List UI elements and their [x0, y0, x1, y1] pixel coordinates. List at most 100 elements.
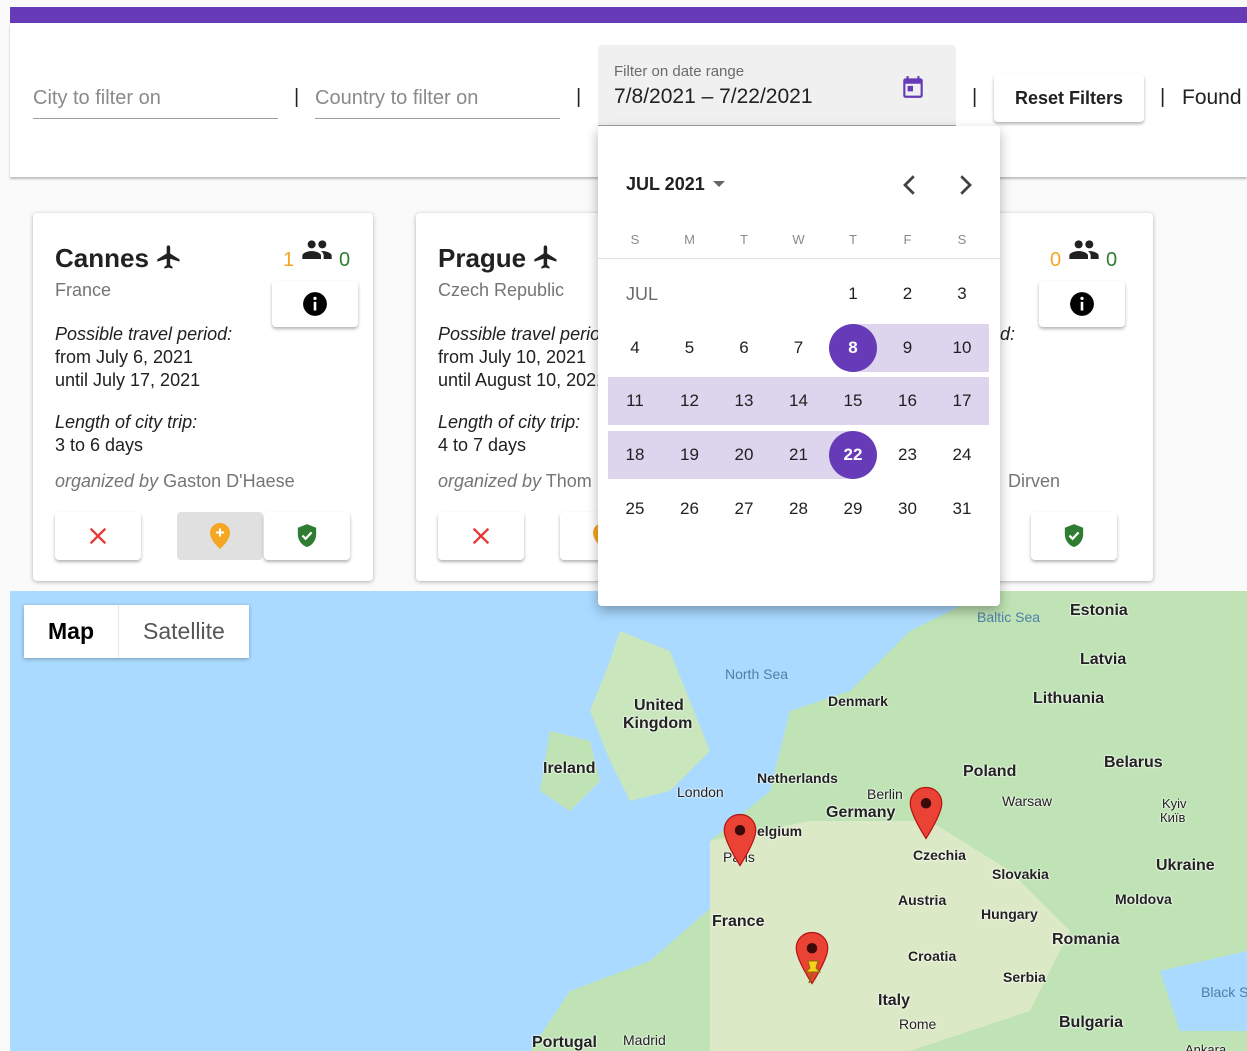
weekday-label: W	[792, 232, 805, 247]
map-label: Germany	[826, 804, 896, 821]
calendar-day[interactable]: 18	[608, 431, 662, 479]
map-label: Kyiv	[1162, 796, 1187, 811]
calendar-day[interactable]: 4	[608, 324, 662, 372]
organizer-name: Gaston D'Haese	[163, 471, 295, 491]
period-selector[interactable]: JUL 2021	[626, 174, 725, 195]
calendar-day[interactable]: 5	[663, 324, 717, 372]
decline-button[interactable]	[438, 512, 524, 560]
calendar-day[interactable]: 17	[935, 377, 989, 425]
trip-card-cannes: Cannes 1 0 France Possible travel period…	[33, 213, 373, 581]
separator: |	[972, 86, 978, 108]
pushpin-icon	[804, 960, 822, 984]
calendar-day[interactable]: 20	[717, 431, 771, 479]
map-label: Italy	[878, 992, 911, 1009]
map-label: Serbia	[1003, 969, 1046, 985]
calendar-day[interactable]: 8	[826, 324, 880, 372]
calendar-day[interactable]: 7	[772, 324, 826, 372]
calendar-day[interactable]: 9	[881, 324, 935, 372]
accept-button[interactable]	[1031, 512, 1117, 560]
info-button[interactable]	[1039, 281, 1125, 327]
calendar-day[interactable]: 31	[935, 485, 989, 533]
weekday-label: S	[630, 232, 640, 247]
map-type-map-button[interactable]: Map	[24, 605, 119, 658]
calendar-day[interactable]: 27	[717, 485, 771, 533]
calendar-day[interactable]: 6	[717, 324, 771, 372]
map-label: Latvia	[1080, 651, 1127, 668]
decline-button[interactable]	[55, 512, 141, 560]
city-filter-input[interactable]: City to filter on	[33, 72, 278, 119]
weekday-label: S	[957, 232, 967, 247]
calendar-day[interactable]: 24	[935, 431, 989, 479]
trip-length-value: 4 to 7 days	[438, 435, 527, 455]
country-name: Czech Republic	[438, 280, 565, 300]
date-range-picker: JUL 2021 SMTWTFS JUL 1 2 3 4 5 6 7 8 9 10 11 12 13 14…	[598, 126, 1000, 606]
calendar-day[interactable]: 14	[772, 377, 826, 425]
calendar-day[interactable]: 3	[935, 270, 989, 318]
month-label: JUL	[626, 284, 659, 304]
calendar-day[interactable]: 25	[608, 485, 662, 533]
map-label: Czechia	[913, 847, 966, 863]
info-icon	[1070, 292, 1094, 316]
close-icon	[472, 527, 490, 545]
map-label: North Sea	[725, 666, 789, 682]
country-filter-input[interactable]: Country to filter on	[315, 72, 560, 119]
previous-month-button[interactable]	[895, 170, 925, 200]
date-range-value: 7/8/2021 – 7/22/2021	[614, 85, 813, 108]
calendar-day[interactable]: 2	[881, 270, 935, 318]
map-marker-prague[interactable]	[908, 785, 944, 841]
calendar-day[interactable]: 26	[663, 485, 717, 533]
next-month-button[interactable]	[950, 170, 980, 200]
calendar-day[interactable]: 16	[881, 377, 935, 425]
map-type-satellite-button[interactable]: Satellite	[119, 605, 249, 658]
period-label: JUL 2021	[626, 174, 705, 194]
separator: |	[1160, 86, 1166, 108]
maybe-button[interactable]	[177, 512, 263, 560]
weekday-label: T	[740, 232, 748, 247]
map[interactable]: Baltic Sea Estonia Latvia North Sea Denm…	[10, 591, 1247, 1051]
country-filter-placeholder: Country to filter on	[315, 87, 479, 109]
map-label: Portugal	[532, 1034, 597, 1051]
weekday-label: M	[684, 232, 695, 247]
accept-button[interactable]	[264, 512, 350, 560]
info-button[interactable]	[272, 281, 358, 327]
airplane-icon	[157, 245, 180, 269]
divider	[598, 258, 1000, 259]
city-name: Prague	[438, 243, 527, 273]
calendar-day[interactable]: 28	[772, 485, 826, 533]
map-label: Estonia	[1070, 602, 1128, 619]
calendar-day[interactable]: 23	[881, 431, 935, 479]
travel-period-label-tail: d:	[1000, 324, 1016, 344]
confirmed-count: 0	[1106, 249, 1118, 271]
calendar-day[interactable]: 22	[826, 431, 880, 479]
calendar-day[interactable]: 29	[826, 485, 880, 533]
travel-period-label: Possible travel period:	[438, 324, 616, 344]
map-label: Lithuania	[1033, 690, 1105, 707]
city-filter-placeholder: City to filter on	[33, 87, 161, 109]
map-label: Madrid	[623, 1032, 666, 1048]
found-count-label: Found	[1182, 86, 1242, 109]
calendar-icon[interactable]	[900, 73, 926, 101]
organizer-line: organized by Thom	[438, 471, 592, 492]
calendar-day[interactable]: 19	[663, 431, 717, 479]
travel-period-until: until August 10, 2021	[438, 370, 607, 390]
calendar-day[interactable]: 11	[608, 377, 662, 425]
calendar-day[interactable]: 30	[881, 485, 935, 533]
travel-period-label: Possible travel period:	[55, 324, 233, 344]
calendar-day[interactable]: 10	[935, 324, 989, 372]
reset-filters-button[interactable]: Reset Filters	[994, 74, 1144, 122]
calendar-day[interactable]: 15	[826, 377, 880, 425]
map-label: Denmark	[828, 693, 888, 709]
map-label: London	[677, 784, 724, 800]
verified-shield-icon	[297, 524, 317, 547]
verified-shield-icon	[1064, 524, 1084, 547]
calendar-day[interactable]: 21	[772, 431, 826, 479]
app-top-bar	[10, 7, 1247, 23]
calendar-day[interactable]: 13	[717, 377, 771, 425]
map-label: Netherlands	[757, 770, 838, 786]
calendar-day[interactable]: 1	[826, 270, 880, 318]
map-label: Black S	[1201, 984, 1247, 1000]
organizer-name: Thom	[545, 471, 592, 491]
map-marker-paris[interactable]	[722, 812, 758, 868]
calendar-day[interactable]: 12	[663, 377, 717, 425]
date-range-field[interactable]: Filter on date range 7/8/2021 – 7/22/202…	[598, 45, 956, 126]
